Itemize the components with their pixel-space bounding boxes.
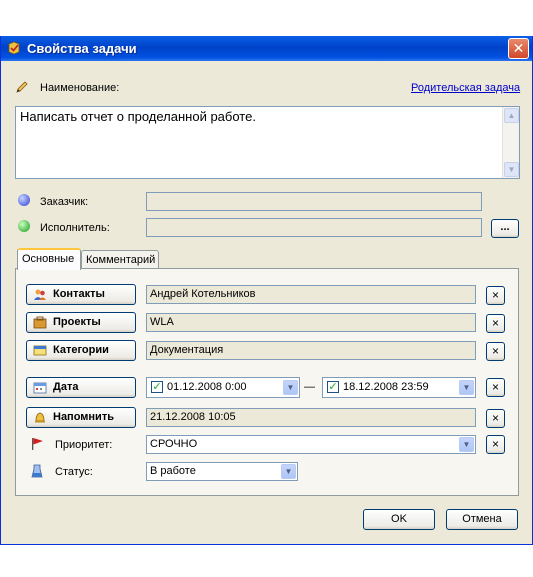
cancel-button[interactable]: Отмена: [446, 509, 518, 530]
executor-field[interactable]: [146, 218, 482, 237]
task-name-text: Написать отчет о проделанной работе.: [20, 109, 256, 124]
contacts-button-label: Контакты: [53, 288, 105, 300]
contacts-button[interactable]: Контакты: [26, 284, 136, 305]
categories-clear-button[interactable]: ×: [486, 342, 505, 361]
priority-clear-button[interactable]: ×: [486, 435, 505, 454]
date-from-picker[interactable]: ✓ 01.12.2008 0:00 ▼: [146, 377, 300, 398]
task-app-icon: [8, 41, 20, 55]
task-name-textarea[interactable]: Написать отчет о проделанной работе. ▲ ▼: [15, 106, 520, 179]
parent-task-link[interactable]: Родительская задача: [411, 82, 520, 94]
projects-button-label: Проекты: [53, 316, 101, 328]
categories-button-label: Категории: [53, 344, 109, 356]
contacts-field[interactable]: Андрей Котельников: [146, 285, 476, 304]
date-from-dropdown-icon[interactable]: ▼: [283, 380, 298, 395]
tab-main[interactable]: Основные: [17, 248, 81, 270]
date-to-value: 18.12.2008 23:59: [343, 381, 429, 393]
remind-button-label: Напомнить: [53, 411, 114, 423]
projects-button[interactable]: Проекты: [26, 312, 136, 333]
date-separator: —: [304, 381, 315, 393]
categories-field[interactable]: Документация: [146, 341, 476, 360]
scroll-down-icon[interactable]: ▼: [504, 162, 519, 177]
task-properties-dialog: Свойства задачи ✕ Наименование: Родитель…: [0, 36, 533, 545]
tab-panel-main: Контакты Андрей Котельников × Проекты WL…: [15, 268, 519, 496]
status-value: В работе: [150, 465, 196, 477]
pencil-icon: [16, 81, 28, 93]
date-to-picker[interactable]: ✓ 18.12.2008 23:59 ▼: [322, 377, 476, 398]
customer-label: Заказчик:: [40, 196, 89, 208]
scroll-up-icon[interactable]: ▲: [504, 108, 519, 123]
remind-clear-button[interactable]: ×: [486, 409, 505, 428]
customer-field[interactable]: [146, 192, 482, 211]
bell-icon: [35, 412, 45, 423]
categories-button[interactable]: Категории: [26, 340, 136, 361]
date-button-label: Дата: [53, 381, 79, 393]
status-select[interactable]: В работе ▼: [146, 462, 298, 481]
textarea-scrollbar[interactable]: ▲ ▼: [502, 107, 519, 178]
priority-label: Приоритет:: [55, 439, 113, 451]
date-from-checkbox[interactable]: ✓: [151, 381, 163, 393]
date-to-dropdown-icon[interactable]: ▼: [459, 380, 474, 395]
priority-dropdown-icon[interactable]: ▼: [459, 437, 474, 452]
projects-clear-button[interactable]: ×: [486, 314, 505, 333]
categories-icon: [33, 345, 47, 356]
projects-icon: [33, 316, 47, 329]
status-label: Статус:: [55, 466, 93, 478]
date-from-value: 01.12.2008 0:00: [167, 381, 247, 393]
executor-browse-button[interactable]: ...: [491, 219, 519, 238]
priority-select[interactable]: СРОЧНО ▼: [146, 435, 476, 454]
status-icon: [31, 464, 43, 478]
flag-icon: [32, 438, 43, 450]
remind-field[interactable]: 21.12.2008 10:05: [146, 408, 476, 427]
window-title: Свойства задачи: [27, 41, 137, 56]
name-label: Наименование:: [40, 82, 120, 94]
date-clear-button[interactable]: ×: [486, 378, 505, 397]
date-button[interactable]: Дата: [26, 377, 136, 398]
contacts-icon: [34, 289, 46, 300]
calendar-icon: [33, 382, 47, 394]
contacts-clear-button[interactable]: ×: [486, 286, 505, 305]
close-button[interactable]: ✕: [508, 38, 529, 59]
executor-green-dot-icon: [18, 220, 30, 232]
priority-value: СРОЧНО: [150, 438, 198, 450]
executor-label: Исполнитель:: [40, 222, 110, 234]
ok-button[interactable]: OK: [363, 509, 435, 530]
title-bar: Свойства задачи ✕: [1, 36, 532, 61]
customer-blue-dot-icon: [18, 194, 30, 206]
date-to-checkbox[interactable]: ✓: [327, 381, 339, 393]
projects-field[interactable]: WLA: [146, 313, 476, 332]
remind-button[interactable]: Напомнить: [26, 407, 136, 428]
status-dropdown-icon[interactable]: ▼: [281, 464, 296, 479]
tab-comment[interactable]: Комментарий: [81, 250, 159, 270]
